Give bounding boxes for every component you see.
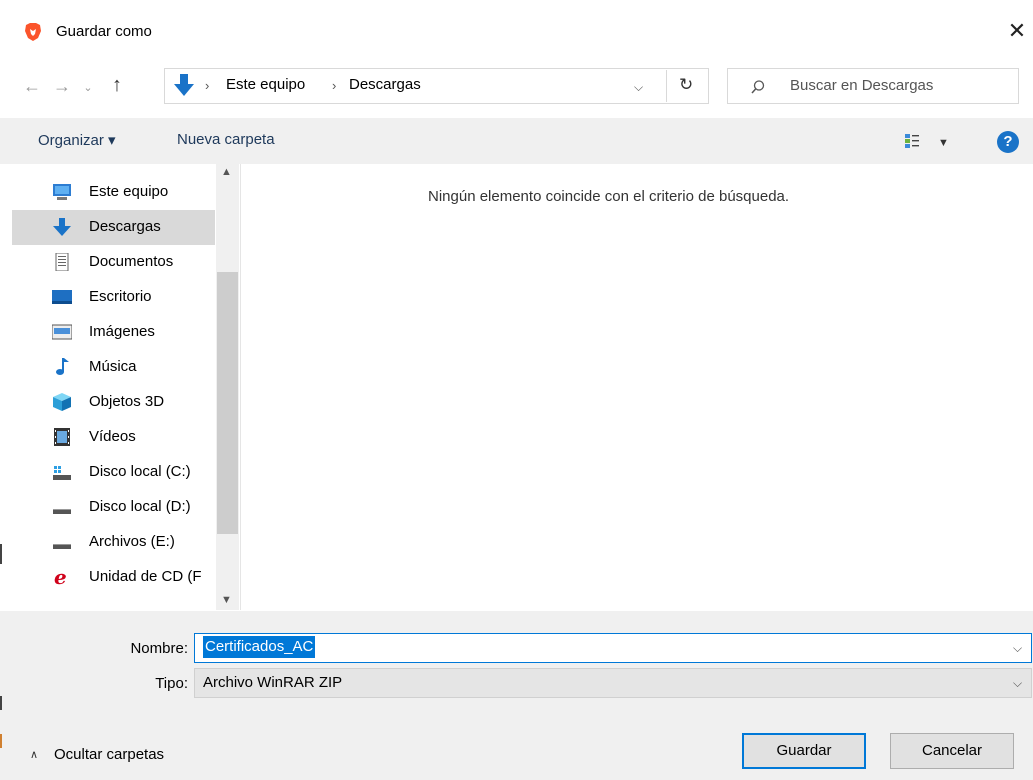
nav-item-label: Objetos 3D (89, 393, 165, 410)
document-icon (55, 253, 69, 271)
nav-item-videos[interactable]: Vídeos (12, 420, 215, 455)
view-options-icon[interactable] (904, 133, 920, 149)
file-name-value[interactable]: Certificados_AC (203, 636, 316, 658)
nav-item-label: Imágenes (89, 323, 155, 340)
desktop-icon (52, 290, 72, 304)
background-window-edge (0, 544, 2, 564)
system-drive-icon (53, 466, 71, 480)
nav-item-imagenes[interactable]: Imágenes (12, 315, 215, 350)
command-toolbar (0, 118, 1033, 164)
download-arrow-icon (174, 74, 194, 96)
recent-dropdown-icon[interactable]: ⌄ (80, 76, 96, 100)
forward-arrow-icon[interactable]: → (50, 74, 74, 98)
cancel-button[interactable]: Cancelar (890, 733, 1014, 769)
view-dropdown-icon[interactable]: ▼ (938, 137, 949, 149)
nav-item-label: Archivos (E:) (89, 533, 175, 550)
title-bar (0, 0, 1033, 62)
refresh-icon[interactable]: ↻ (679, 75, 693, 95)
address-dropdown-icon[interactable]: ⌵ (634, 80, 643, 95)
breadcrumb-separator: › (332, 78, 337, 93)
hide-folders-button[interactable]: Ocultar carpetas (54, 746, 164, 763)
nav-scrollbar-thumb[interactable] (217, 272, 238, 534)
file-name-input[interactable] (194, 633, 1032, 663)
nav-item-label: Unidad de CD (F (89, 568, 202, 585)
music-note-icon (56, 358, 69, 375)
breadcrumb-descargas[interactable]: Descargas (349, 76, 421, 93)
search-icon (751, 80, 765, 94)
cd-drive-icon: e (54, 568, 67, 586)
nav-item-documentos[interactable]: Documentos (12, 245, 215, 280)
scroll-down-icon[interactable]: ▼ (221, 594, 232, 606)
nav-item-musica[interactable]: Música (12, 350, 215, 385)
nav-item-label: Música (89, 358, 137, 375)
file-type-value: Archivo WinRAR ZIP (203, 674, 343, 691)
window-title: Guardar como (56, 23, 152, 40)
nav-item-descargas[interactable]: Descargas (12, 210, 215, 245)
nav-item-label: Descargas (89, 218, 161, 235)
chevron-up-icon[interactable]: ∧ (30, 748, 38, 761)
help-icon[interactable]: ? (997, 131, 1019, 153)
nav-item-label: Disco local (C:) (89, 463, 191, 480)
file-list[interactable] (241, 164, 1033, 610)
breadcrumb-este-equipo[interactable]: Este equipo (226, 76, 305, 93)
nav-item-disco-c[interactable]: Disco local (C:) (12, 455, 215, 490)
cube-3d-icon (53, 393, 71, 411)
nav-item-unidad-cd[interactable]: e Unidad de CD (F (12, 560, 215, 595)
drive-icon (53, 509, 71, 514)
search-placeholder: Buscar en Descargas (790, 77, 934, 94)
nav-item-label: Vídeos (89, 428, 136, 445)
nav-item-objetos-3d[interactable]: Objetos 3D (12, 385, 215, 420)
svg-text:e: e (54, 568, 67, 586)
name-label: Nombre: (130, 640, 188, 657)
type-dropdown-icon[interactable]: ⌵ (1013, 676, 1022, 691)
brave-lion-icon (25, 23, 41, 41)
background-window-edge (0, 696, 2, 710)
scroll-up-icon[interactable]: ▲ (221, 166, 232, 178)
save-button[interactable]: Guardar (742, 733, 866, 769)
nav-item-este-equipo[interactable]: Este equipo (12, 175, 215, 210)
nav-item-escritorio[interactable]: Escritorio (12, 280, 215, 315)
nav-item-disco-d[interactable]: Disco local (D:) (12, 490, 215, 525)
nav-item-label: Disco local (D:) (89, 498, 191, 515)
nav-item-label: Documentos (89, 253, 174, 270)
background-window-edge (0, 734, 2, 748)
new-folder-button[interactable]: Nueva carpeta (177, 131, 275, 148)
address-divider (666, 70, 667, 102)
breadcrumb-separator: › (205, 78, 210, 93)
name-dropdown-icon[interactable]: ⌵ (1013, 641, 1022, 656)
nav-item-label: Este equipo (89, 183, 169, 200)
computer-icon (53, 184, 71, 200)
organize-button[interactable]: Organizar ▾ (38, 131, 116, 149)
close-button[interactable]: ✕ (1004, 17, 1030, 45)
type-label: Tipo: (155, 675, 188, 692)
nav-item-label: Escritorio (89, 288, 152, 305)
download-arrow-icon (53, 218, 71, 236)
video-icon (54, 428, 70, 446)
up-arrow-icon[interactable]: ↑ (105, 73, 129, 97)
drive-icon (53, 544, 71, 549)
pictures-icon (52, 324, 72, 340)
back-arrow-icon[interactable]: ← (20, 74, 44, 98)
nav-item-archivos-e[interactable]: Archivos (E:) (12, 525, 215, 560)
empty-message: Ningún elemento coincide con el criterio… (428, 188, 790, 205)
